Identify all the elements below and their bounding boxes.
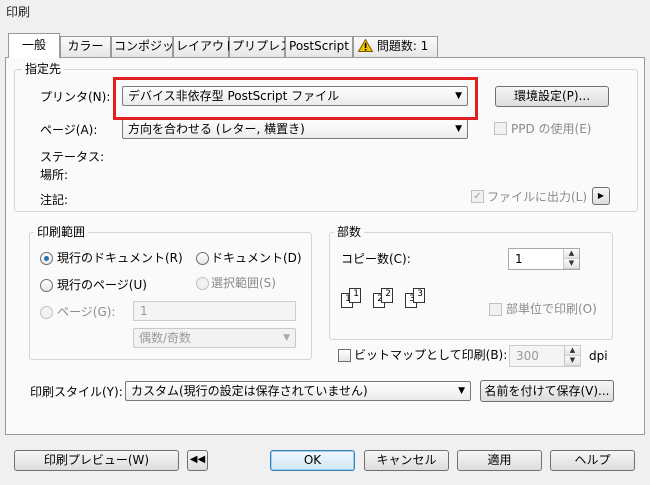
odd-even-value: 偶数/奇数 [139,331,192,345]
current-page-label: 現行のページ(U) [57,278,147,292]
pages-label: ページ(G): [57,305,116,319]
copies-label: コピー数(C): [341,252,411,266]
status-label: ステータス: [40,150,105,164]
selection-radio[interactable] [196,277,209,290]
selection-label: 選択範囲(S) [211,276,276,290]
bitmap-checkbox[interactable] [338,349,351,362]
print-to-file-checkbox[interactable]: ✓ [471,190,484,203]
print-to-file-label: ファイルに出力(L) [487,190,588,204]
copies-spinner[interactable]: ▲ ▼ [563,249,579,269]
title-bar: 印刷 [0,0,650,22]
copies-title: 部数 [334,225,365,239]
pages-radio[interactable] [40,306,53,319]
bitmap-label: ビットマップとして印刷(B): [354,348,508,362]
apply-button[interactable]: 適用 [457,450,542,471]
spin-down-icon[interactable]: ▼ [565,356,580,366]
spin-up-icon[interactable]: ▲ [565,346,580,356]
more-options-button[interactable]: ▶ [592,187,610,205]
chevron-down-icon: ▼ [455,124,462,134]
ppd-label: PPD の使用(E) [511,122,592,136]
odd-even-select[interactable]: 偶数/奇数 ▼ [133,328,296,348]
printer-select[interactable]: デバイス非依存型 PostScript ファイル ▼ [122,86,468,106]
current-page-radio[interactable] [40,279,53,292]
printer-label: プリンタ(N): [40,90,111,104]
dpi-spinner[interactable]: ▲ ▼ [564,346,580,366]
documents-label: ドキュメント(D) [211,251,302,265]
destination-group-title: 指定先 [22,62,65,76]
triangle-right-icon: ▶ [597,191,605,200]
print-style-select[interactable]: カスタム(現行の設定は保存されていません) ▼ [125,381,471,401]
help-button[interactable]: ヘルプ [550,450,635,471]
save-as-button[interactable]: 名前を付けて保存(V)... [480,380,614,402]
tab-postscript[interactable]: PostScript [285,36,353,57]
print-style-value: カスタム(現行の設定は保存されていません) [131,384,368,398]
cancel-button[interactable]: キャンセル [364,450,449,471]
print-range-title: 印刷範囲 [34,225,89,239]
page-select[interactable]: 方向を合わせる (レター, 横置き) ▼ [122,119,468,139]
dpi-unit: dpi [589,349,608,363]
collate-checkbox[interactable] [489,303,502,316]
window-title: 印刷 [6,5,31,19]
tab-prepress[interactable]: プリプレス [229,36,292,57]
tab-general[interactable]: 一般 [8,33,60,58]
ok-button[interactable]: OK [270,450,355,471]
chevron-down-icon: ▼ [458,386,465,396]
collapse-button[interactable]: ◀◀ [187,450,208,471]
tab-composite[interactable]: コンポジット [111,36,186,57]
tab-label: 問題数: 1 [376,39,429,53]
collate-illustration-icon: 11 22 33 [341,285,441,315]
tab-label: プリプレス [232,39,293,53]
tab-label: カラー [67,39,104,53]
tab-layout[interactable]: レイアウト [173,36,236,57]
warning-icon [357,38,374,52]
documents-radio[interactable] [196,252,209,265]
current-document-radio[interactable] [40,252,53,265]
comment-label: 注記: [40,193,69,207]
print-style-label: 印刷スタイル(Y): [30,385,123,399]
pages-input[interactable]: 1 [133,301,296,321]
print-preview-button[interactable]: 印刷プレビュー(W) [14,450,179,471]
page-label: ページ(A): [40,123,98,137]
tab-problems[interactable]: 問題数: 1 [353,36,438,57]
printer-select-value: デバイス非依存型 PostScript ファイル [128,89,340,103]
tab-label: レイアウト [176,39,237,53]
env-settings-button[interactable]: 環境設定(P)... [495,86,609,107]
spin-up-icon[interactable]: ▲ [564,249,579,259]
collate-label: 部単位で印刷(O) [506,302,597,316]
chevron-down-icon: ▼ [455,91,462,101]
ppd-checkbox[interactable] [494,122,507,135]
tab-color[interactable]: カラー [60,36,111,57]
location-label: 場所: [40,168,69,182]
current-document-label: 現行のドキュメント(R) [57,251,183,265]
spin-down-icon[interactable]: ▼ [564,259,579,269]
tab-label: PostScript [289,39,349,53]
double-chevron-left-icon: ◀◀ [189,454,206,465]
page-select-value: 方向を合わせる (レター, 横置き) [128,122,305,136]
tab-label: 一般 [21,38,46,52]
chevron-down-icon: ▼ [283,333,290,343]
